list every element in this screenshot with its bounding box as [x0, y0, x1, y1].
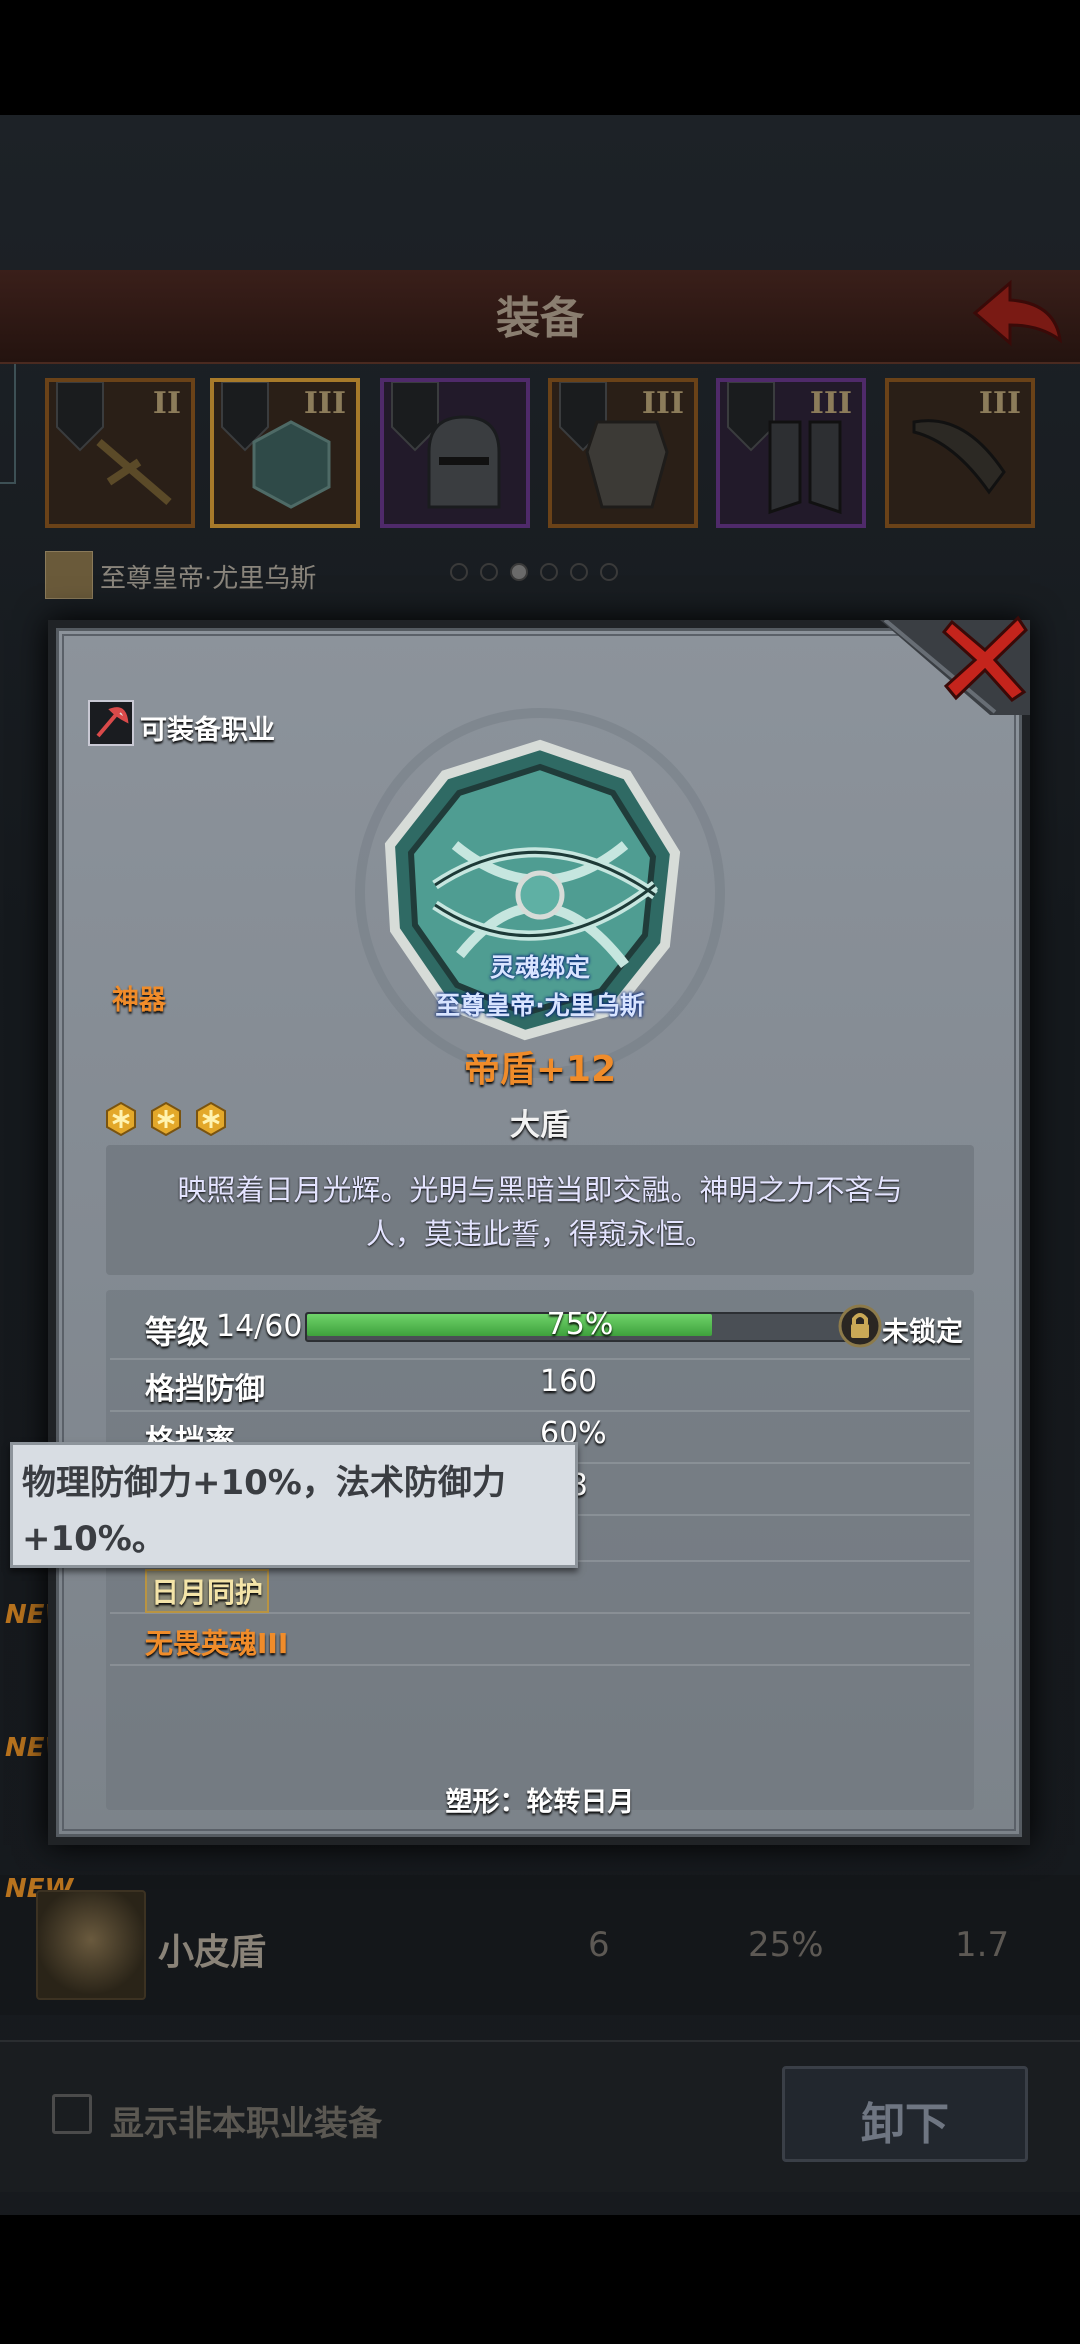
star-icon	[151, 1102, 181, 1136]
back-arrow-icon[interactable]	[970, 278, 1065, 348]
shield-icon	[252, 420, 331, 509]
divider	[110, 1358, 970, 1360]
description-line: 映照着日月光辉。光明与黑暗当即交融。神明之力不吝与	[177, 1173, 903, 1207]
star-icon	[196, 1102, 226, 1136]
tooltip-text: 物理防御力+10%，法术防御力 +10%。	[22, 1455, 562, 1567]
item-stat-value: 1.7	[955, 1925, 1010, 1965]
equip-slot-boots[interactable]: III	[716, 378, 866, 528]
greaves-icon	[768, 420, 842, 515]
equip-slot-shield[interactable]: III	[210, 378, 360, 528]
equip-slot-accessory[interactable]: III	[885, 378, 1035, 528]
tooltip-line: +10%。	[22, 1519, 166, 1559]
item-description: 映照着日月光辉。光明与黑暗当即交融。神明之力不吝与 人，莫违此誓，得窥永恒。	[150, 1168, 930, 1256]
show-other-class-checkbox[interactable]	[52, 2094, 92, 2134]
item-block-defense: 6	[588, 1925, 610, 1965]
level-value: 14/60	[216, 1309, 303, 1344]
armor-icon	[585, 420, 669, 509]
star-icon	[106, 1102, 136, 1136]
sword-icon	[96, 438, 172, 506]
show-other-class-label[interactable]: 显示非本职业装备	[110, 2096, 382, 2145]
axe-icon	[96, 707, 129, 738]
level-label: 等级	[145, 1313, 210, 1351]
item-block-rate: 25%	[748, 1925, 824, 1965]
slot-tier: III	[303, 386, 346, 421]
tooltip-line: 物理防御力+10%，法术防御力	[22, 1463, 506, 1503]
divider	[110, 1664, 970, 1666]
equippable-class-label[interactable]: 可装备职业	[140, 708, 275, 747]
item-title: 帝盾+12	[463, 1049, 617, 1090]
skill-item[interactable]: 无畏英魂III	[145, 1622, 288, 1662]
xp-percent: 75%	[546, 1307, 614, 1342]
screen-title: 装备	[496, 293, 584, 344]
page-dot-active[interactable]	[510, 563, 528, 581]
page-dot[interactable]	[540, 563, 558, 581]
page-dot[interactable]	[570, 563, 588, 581]
owner-name: 至尊皇帝·尤里乌斯	[100, 564, 317, 594]
item-name: 小皮盾	[158, 1932, 267, 1973]
page-dot[interactable]	[480, 563, 498, 581]
soul-bound-owner: 至尊皇帝·尤里乌斯	[435, 991, 645, 1020]
lock-icon[interactable]	[838, 1304, 882, 1348]
description-line: 人，莫违此誓，得窥永恒。	[365, 1217, 714, 1251]
close-icon[interactable]	[940, 612, 1030, 702]
page-dot[interactable]	[450, 563, 468, 581]
reshape-label: 塑形：轮转日月	[445, 1787, 635, 1818]
item-icon	[36, 1890, 146, 2000]
page-dot[interactable]	[600, 563, 618, 581]
stat-label: 格挡防御	[145, 1372, 265, 1407]
stat-value: 160	[540, 1364, 598, 1399]
divider	[110, 1410, 970, 1412]
skill-item[interactable]: 日月同护	[145, 1569, 270, 1613]
class-icon[interactable]	[88, 700, 134, 746]
equip-slot-weapon[interactable]: II	[45, 378, 195, 528]
horn-icon	[912, 419, 1006, 495]
equip-slot-helmet[interactable]	[380, 378, 530, 528]
slot-tier: II	[152, 386, 181, 421]
rarity-label: 神器	[112, 985, 166, 1016]
helmet-icon	[427, 415, 501, 509]
unequip-button-label[interactable]: 卸下	[782, 2088, 1028, 2152]
lock-status[interactable]: 未锁定	[882, 1310, 963, 1349]
owner-avatar[interactable]	[45, 551, 93, 599]
equip-slot-armor[interactable]: III	[548, 378, 698, 528]
soul-bound-label: 灵魂绑定	[489, 953, 590, 982]
item-type: 大盾	[510, 1108, 570, 1143]
